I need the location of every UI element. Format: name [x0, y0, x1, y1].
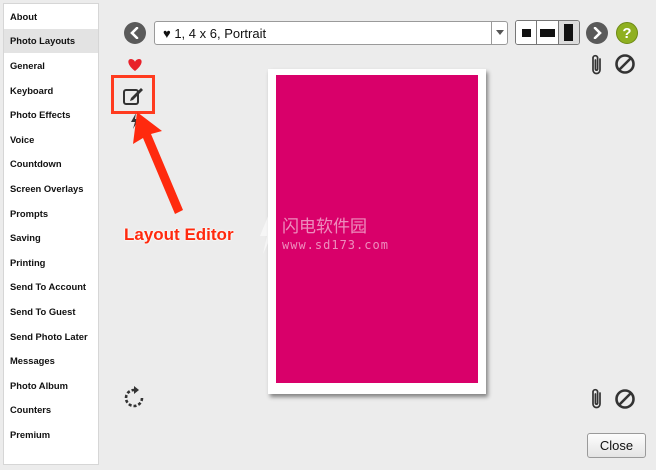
chevron-right-icon — [593, 27, 602, 39]
watermark-bolt-icon — [260, 214, 275, 254]
sidebar-item-label: General — [10, 59, 45, 71]
chevron-left-icon — [130, 27, 139, 39]
sidebar-item-label: Send To Account — [10, 281, 87, 293]
sidebar-item-label: Counters — [10, 404, 52, 416]
sidebar-item-label: Keyboard — [10, 84, 54, 96]
no-entry-icon[interactable] — [615, 54, 635, 74]
sidebar-item-label: Saving — [10, 232, 41, 244]
sidebar-item-premium[interactable]: Premium — [4, 422, 98, 447]
sidebar-item-label: About — [10, 10, 38, 22]
sidebar-item-about[interactable]: About — [4, 4, 98, 29]
help-button[interactable]: ? — [616, 22, 638, 44]
sidebar-item-label: Voice — [10, 133, 35, 145]
layout-select-value: ♥ 1, 4 x 6, Portrait — [163, 25, 267, 41]
close-button[interactable]: Close — [587, 433, 646, 458]
sidebar-item-voice[interactable]: Voice — [4, 127, 98, 152]
sidebar-item-photo-effects[interactable]: Photo Effects — [4, 102, 98, 127]
sidebar-item-label: Printing — [10, 256, 46, 268]
sidebar-item-label: Messages — [10, 355, 55, 367]
view-mode-small-button[interactable] — [516, 21, 538, 44]
watermark-url: www.sd173.com — [282, 238, 389, 252]
sidebar-item-label: Photo Layouts — [10, 35, 76, 47]
sidebar-item-label: Photo Album — [10, 379, 68, 391]
chevron-down-icon — [491, 22, 507, 44]
watermark: 闪电软件园 www.sd173.com — [258, 212, 408, 258]
view-mode-landscape-button[interactable] — [537, 21, 559, 44]
annotation-highlight-box — [111, 75, 155, 114]
sidebar-item-counters[interactable]: Counters — [4, 398, 98, 423]
refresh-icon[interactable] — [122, 386, 146, 410]
sidebar-item-saving[interactable]: Saving — [4, 225, 98, 250]
sidebar-item-label: Premium — [10, 428, 51, 440]
sidebar-item-countdown[interactable]: Countdown — [4, 152, 98, 177]
paperclip-icon[interactable] — [590, 388, 604, 410]
landscape-rect-icon — [539, 28, 555, 37]
sidebar-item-printing[interactable]: Printing — [4, 250, 98, 275]
sidebar-item-label: Photo Effects — [10, 109, 71, 121]
sidebar-item-label: Send To Guest — [10, 305, 76, 317]
annotation-arrow — [133, 112, 183, 214]
view-mode-portrait-button[interactable] — [558, 21, 579, 44]
sidebar-item-screen-overlays[interactable]: Screen Overlays — [4, 176, 98, 201]
sidebar-item-label: Screen Overlays — [10, 182, 84, 194]
portrait-rect-icon — [564, 24, 574, 41]
watermark-title: 闪电软件园 — [282, 217, 367, 237]
sidebar-item-general[interactable]: General — [4, 53, 98, 78]
view-mode-toggle — [515, 20, 580, 45]
sidebar-item-keyboard[interactable]: Keyboard — [4, 78, 98, 103]
sidebar-item-label: Send Photo Later — [10, 330, 88, 342]
next-layout-button[interactable] — [586, 22, 608, 44]
heart-icon[interactable] — [125, 58, 145, 72]
sidebar-item-send-to-account[interactable]: Send To Account — [4, 275, 98, 300]
no-entry-icon[interactable] — [615, 389, 635, 409]
prev-layout-button[interactable] — [124, 22, 146, 44]
small-rect-icon — [521, 28, 531, 37]
layout-select[interactable]: ♥ 1, 4 x 6, Portrait — [154, 21, 508, 45]
sidebar-item-send-photo-later[interactable]: Send Photo Later — [4, 324, 98, 349]
sidebar-item-label: Prompts — [10, 207, 49, 219]
sidebar-item-send-to-guest[interactable]: Send To Guest — [4, 299, 98, 324]
sidebar-item-label: Countdown — [10, 158, 62, 170]
settings-sidebar: About Photo Layouts General Keyboard Photo E… — [3, 3, 99, 465]
sidebar-item-prompts[interactable]: Prompts — [4, 201, 98, 226]
sidebar-item-photo-layouts[interactable]: Photo Layouts — [4, 28, 98, 54]
paperclip-icon[interactable] — [590, 54, 604, 76]
sidebar-item-photo-album[interactable]: Photo Album — [4, 373, 98, 398]
annotation-label: Layout Editor — [124, 225, 234, 244]
sidebar-item-messages[interactable]: Messages — [4, 348, 98, 373]
